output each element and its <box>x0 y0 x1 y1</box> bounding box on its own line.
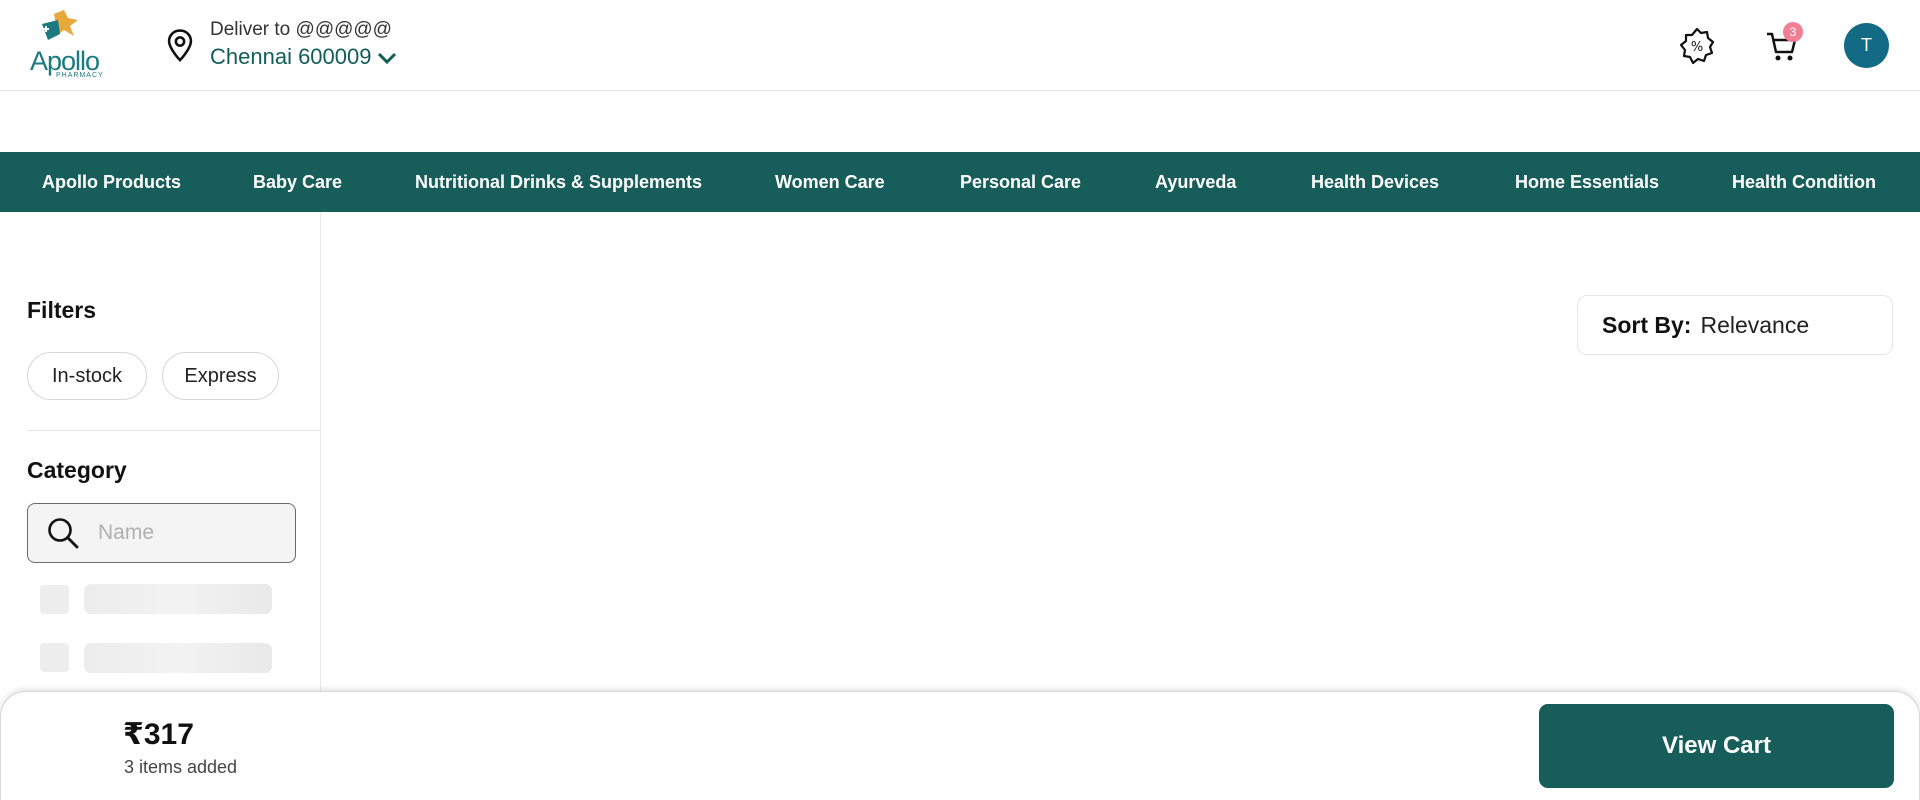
search-icon <box>48 518 79 549</box>
skeleton-checkbox <box>40 643 69 672</box>
filter-chip-express[interactable]: Express <box>162 352 279 400</box>
skeleton-label <box>84 584 272 614</box>
category-nav: Apollo Products Baby Care Nutritional Dr… <box>0 152 1920 212</box>
cart-total: ₹317 <box>123 718 194 751</box>
nav-item-ayurveda[interactable]: Ayurveda <box>1155 152 1236 212</box>
nav-item-personal-care[interactable]: Personal Care <box>960 152 1081 212</box>
offers-icon[interactable]: % <box>1677 26 1717 66</box>
nav-item-apollo-products[interactable]: Apollo Products <box>42 152 181 212</box>
avatar[interactable]: T <box>1844 23 1889 68</box>
nav-item-home-essentials[interactable]: Home Essentials <box>1515 152 1659 212</box>
divider <box>27 430 321 431</box>
filters-sidebar: Filters In-stock Express Category <box>0 212 321 692</box>
view-cart-button[interactable]: View Cart <box>1539 704 1894 788</box>
filter-chip-in-stock[interactable]: In-stock <box>27 352 147 400</box>
apollo-logo[interactable]: Apollo PHARMACY <box>28 10 116 82</box>
location-selector[interactable]: Chennai 600009 <box>210 44 397 70</box>
nav-item-health-condition[interactable]: Health Condition <box>1732 152 1876 212</box>
cart-summary-bar: ₹317 3 items added View Cart <box>0 691 1920 800</box>
nav-item-baby-care[interactable]: Baby Care <box>253 152 342 212</box>
filters-title: Filters <box>27 297 97 323</box>
location-text: Chennai 600009 <box>210 44 372 69</box>
sort-dropdown[interactable]: Sort By: Relevance <box>1577 295 1893 355</box>
category-search-input[interactable] <box>98 521 268 545</box>
location-pin-icon <box>167 29 193 63</box>
nav-item-nutritional-drinks[interactable]: Nutritional Drinks & Supplements <box>415 152 702 212</box>
deliver-to-label: Deliver to @@@@@ <box>210 19 392 40</box>
cart-count-badge: 3 <box>1783 22 1803 42</box>
logo-subtext: PHARMACY <box>56 72 104 79</box>
sort-value: Relevance <box>1700 311 1810 338</box>
sort-label: Sort By: <box>1602 311 1692 338</box>
skeleton-label <box>84 643 272 673</box>
category-title: Category <box>27 457 127 483</box>
nav-item-health-devices[interactable]: Health Devices <box>1311 152 1439 212</box>
category-search[interactable] <box>27 503 296 563</box>
chevron-down-icon <box>378 52 397 65</box>
nav-item-women-care[interactable]: Women Care <box>775 152 885 212</box>
svg-text:%: % <box>1691 40 1703 55</box>
skeleton-checkbox <box>40 585 69 614</box>
cart-items-count: 3 items added <box>124 757 238 777</box>
header: Apollo PHARMACY Deliver to @@@@@ Chennai… <box>0 0 1920 91</box>
logo-mark-icon <box>42 10 78 40</box>
